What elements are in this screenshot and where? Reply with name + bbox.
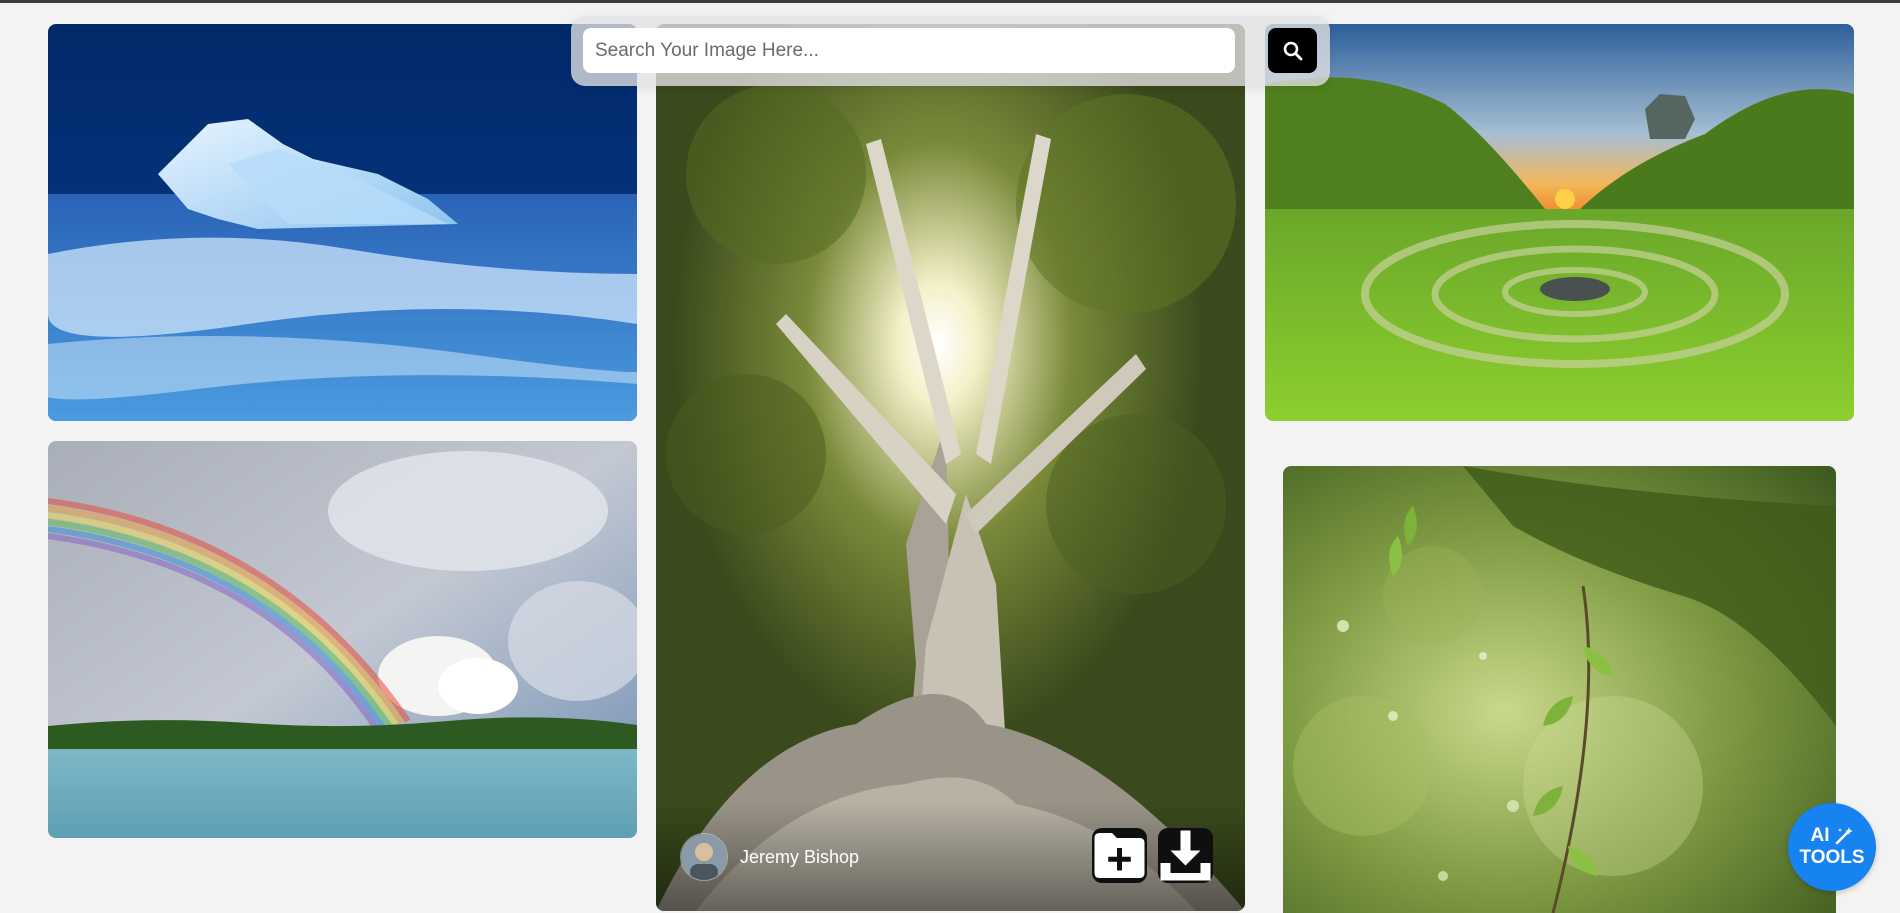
ai-tools-label-line1: AI: [1810, 825, 1830, 846]
search-icon: [1283, 41, 1302, 60]
top-border: [0, 0, 1900, 3]
tree-image: [656, 24, 1245, 911]
magic-wand-icon: [1835, 827, 1853, 845]
add-to-collection-button[interactable]: [1092, 828, 1147, 883]
gallery-image-leaves[interactable]: [1283, 466, 1836, 913]
add-folder-icon: [1094, 833, 1145, 878]
search-input[interactable]: [583, 28, 1235, 73]
download-button[interactable]: [1158, 828, 1213, 883]
gallery-image-iceberg[interactable]: [48, 24, 637, 421]
gallery-image-rainbow[interactable]: [48, 441, 637, 838]
valley-image: [1265, 24, 1854, 421]
rainbow-image: [48, 441, 637, 838]
search-button[interactable]: [1268, 28, 1317, 73]
ai-tools-button[interactable]: AI TOOLS: [1788, 803, 1876, 891]
leaves-image: [1283, 466, 1836, 913]
ai-tools-label-line2: TOOLS: [1799, 847, 1865, 868]
gallery-image-tree[interactable]: Jeremy Bishop: [656, 24, 1245, 911]
gallery-image-valley[interactable]: [1265, 24, 1854, 421]
author-avatar[interactable]: [680, 833, 728, 881]
iceberg-image: [48, 24, 637, 421]
download-icon: [1160, 830, 1211, 881]
search-bar: [571, 16, 1330, 86]
author-name[interactable]: Jeremy Bishop: [740, 847, 859, 868]
avatar-image: [681, 834, 727, 880]
author-info[interactable]: Jeremy Bishop: [680, 833, 859, 881]
